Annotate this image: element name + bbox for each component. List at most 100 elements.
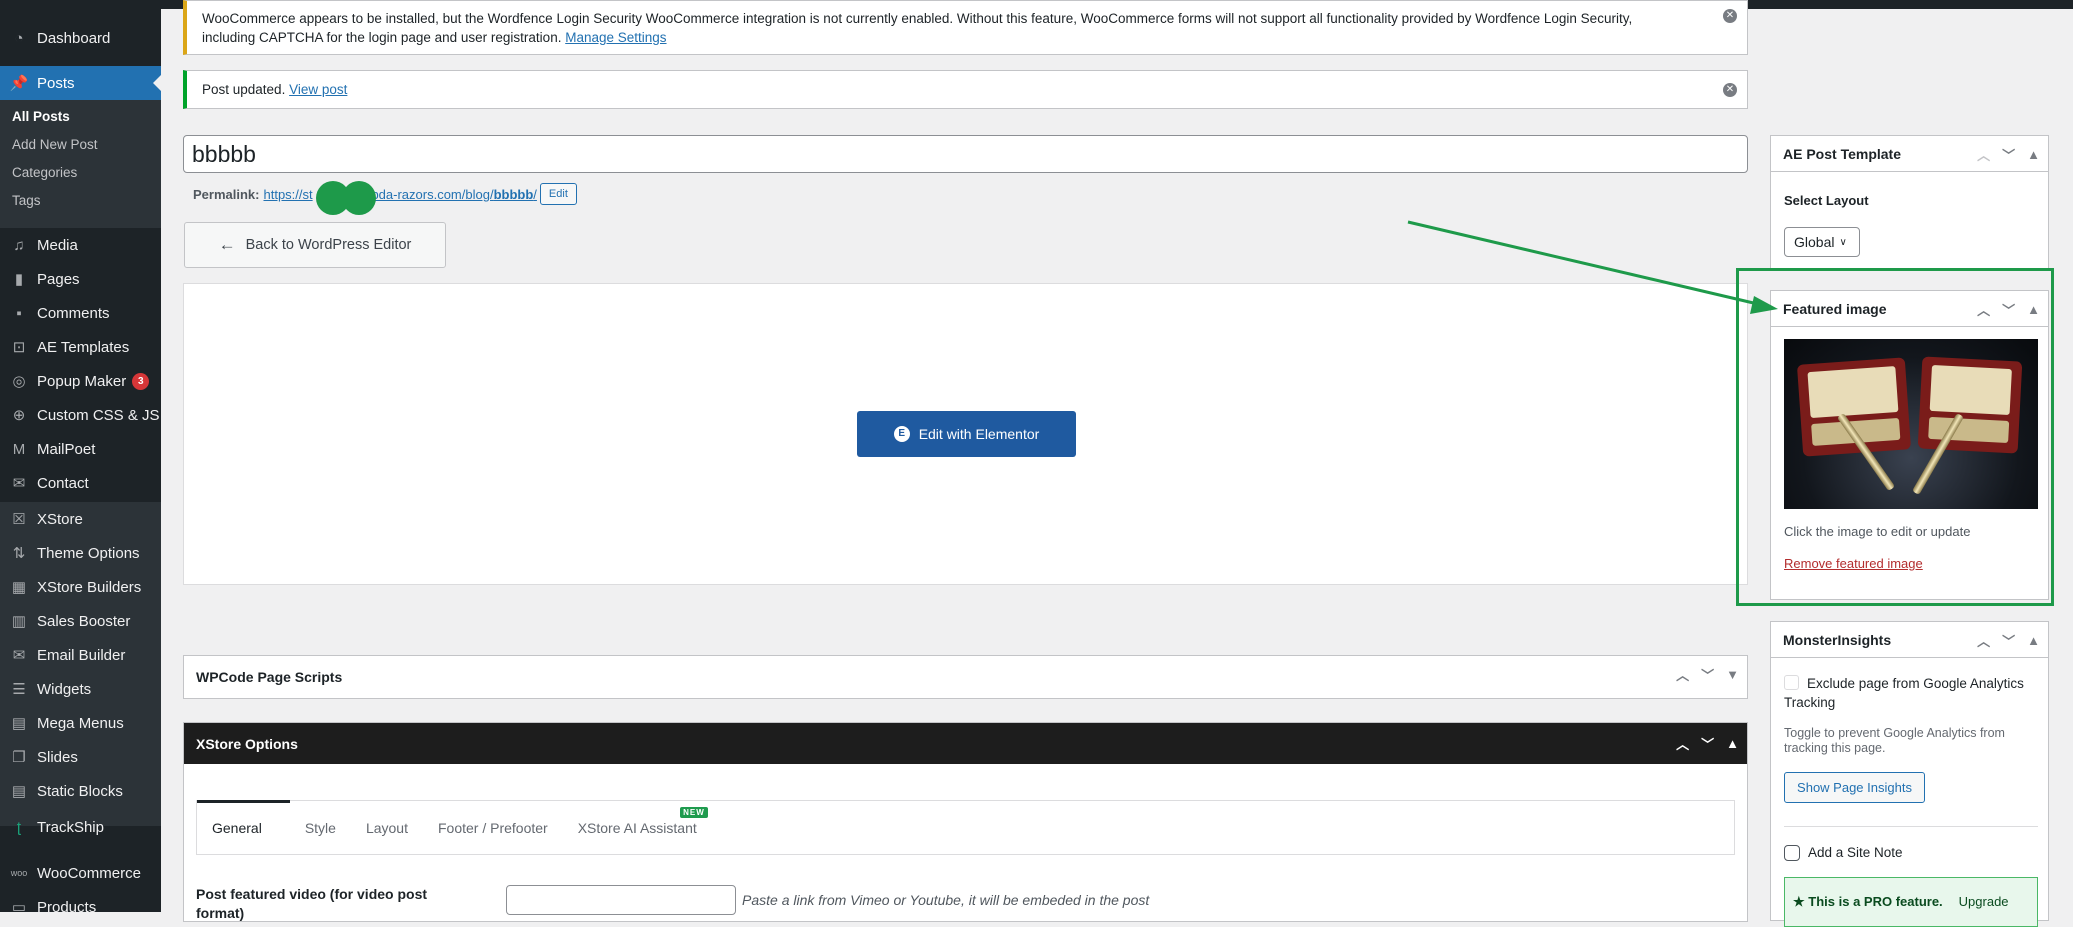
- tab-xstore-ai-assistant[interactable]: XStore AI Assistant NEW: [563, 801, 712, 854]
- submenu-add-new-post[interactable]: Add New Post: [12, 137, 98, 152]
- pin-icon: 📌: [9, 75, 29, 92]
- panel-header[interactable]: MonsterInsights ︿ ﹀ ▲: [1771, 622, 2048, 658]
- panel-header[interactable]: AE Post Template ︿ ﹀ ▲: [1771, 136, 2048, 172]
- toggle-panel-icon[interactable]: ▲: [2027, 147, 2040, 162]
- sidebar-item-media[interactable]: ♫ Media: [0, 228, 161, 262]
- sidebar-item-mega-menus[interactable]: ▤ Mega Menus: [0, 706, 161, 740]
- sidebar-item-label: Media: [37, 236, 78, 254]
- post-title-input[interactable]: bbbbb: [183, 135, 1748, 173]
- tab-general[interactable]: General: [197, 800, 290, 854]
- sidebar-item-slides[interactable]: ❐ Slides: [0, 740, 161, 774]
- panel-title: XStore Options: [196, 735, 298, 752]
- submenu-categories[interactable]: Categories: [12, 165, 77, 180]
- sidebar-item-trackship[interactable]: ʈ TrackShip: [0, 810, 161, 844]
- new-badge: NEW: [680, 807, 708, 818]
- pages-icon: ▮: [14, 271, 24, 288]
- permalink-label: Permalink:: [193, 186, 260, 202]
- sliders-icon: ⇅: [12, 545, 26, 562]
- show-page-insights-button[interactable]: Show Page Insights: [1784, 772, 1925, 803]
- tab-label: XStore AI Assistant: [577, 819, 697, 836]
- edit-with-elementor-button[interactable]: E Edit with Elementor: [857, 411, 1076, 457]
- sidebar-item-static-blocks[interactable]: ▤ Static Blocks: [0, 774, 161, 808]
- toggle-panel-icon[interactable]: ▼: [1726, 667, 1739, 682]
- sidebar-item-label: Dashboard: [37, 29, 111, 47]
- site-note-label: Add a Site Note: [1808, 845, 1903, 860]
- select-value: Global: [1794, 234, 1835, 250]
- sidebar-item-comments[interactable]: ▪ Comments: [0, 296, 161, 330]
- move-up-icon[interactable]: ︿: [1977, 631, 1990, 650]
- button-label: Back to WordPress Editor: [245, 237, 412, 253]
- xstore-icon: ☒: [12, 511, 26, 528]
- sidebar-item-label: Popup Maker: [37, 372, 127, 390]
- admin-sidebar: All Posts Add New Post Categories Tags ◔…: [0, 9, 161, 916]
- sidebar-item-xstore[interactable]: ☒ XStore: [0, 502, 161, 536]
- dismiss-icon[interactable]: ✕: [1723, 9, 1737, 23]
- sidebar-item-dashboard[interactable]: ◔ Dashboard: [0, 21, 161, 55]
- tab-style[interactable]: Style: [290, 801, 351, 854]
- move-down-icon[interactable]: ﹀: [1701, 734, 1714, 753]
- sidebar-item-label: Comments: [37, 304, 110, 322]
- sidebar-item-products[interactable]: ▭ Products: [0, 890, 161, 924]
- upgrade-link[interactable]: Upgrade: [1959, 894, 2009, 910]
- view-post-link[interactable]: View post: [289, 82, 347, 97]
- plus-circle-icon: ⊕: [12, 407, 26, 424]
- woocommerce-integration-notice: WooCommerce appears to be installed, but…: [183, 0, 1748, 55]
- sidebar-item-xstore-builders[interactable]: ▦ XStore Builders: [0, 570, 161, 604]
- featured-video-input[interactable]: [506, 885, 736, 915]
- dismiss-icon[interactable]: ✕: [1723, 83, 1737, 97]
- back-to-wordpress-editor-button[interactable]: ← Back to WordPress Editor: [184, 222, 446, 268]
- sidebar-item-label: Sales Booster: [37, 612, 131, 630]
- panel-header[interactable]: WPCode Page Scripts ︿ ﹀ ▼: [184, 656, 1747, 698]
- move-down-icon[interactable]: ﹀: [1701, 665, 1714, 684]
- divider: [1784, 826, 2038, 827]
- edit-permalink-button[interactable]: Edit: [539, 183, 577, 205]
- sidebar-item-custom-css-js[interactable]: ⊕ Custom CSS & JS: [0, 398, 161, 432]
- toggle-panel-icon[interactable]: ▲: [2027, 633, 2040, 648]
- sidebar-item-posts[interactable]: 📌 Posts: [0, 66, 161, 100]
- posts-submenu: All Posts Add New Post Categories Tags: [0, 100, 161, 228]
- sidebar-item-label: Contact: [37, 474, 89, 492]
- move-up-icon[interactable]: ︿: [1676, 734, 1689, 753]
- sidebar-item-label: Products: [37, 898, 97, 916]
- sidebar-item-woocommerce[interactable]: woo WooCommerce: [0, 856, 161, 890]
- layout-select[interactable]: Global ∨: [1784, 227, 1860, 257]
- sidebar-item-contact[interactable]: ✉ Contact: [0, 466, 161, 500]
- slides-icon: ❐: [12, 749, 26, 766]
- submenu-tags[interactable]: Tags: [12, 193, 41, 208]
- sidebar-item-mailpoet[interactable]: M MailPoet: [0, 432, 161, 466]
- redaction-mark: [342, 181, 376, 215]
- move-down-icon[interactable]: ﹀: [2002, 145, 2015, 164]
- tab-footer-prefooter[interactable]: Footer / Prefooter: [423, 801, 563, 854]
- ae-post-template-panel: AE Post Template ︿ ﹀ ▲ Select Layout Globa…: [1770, 135, 2049, 270]
- sidebar-item-label: Mega Menus: [37, 714, 124, 732]
- wpcode-page-scripts-panel: WPCode Page Scripts ︿ ﹀ ▼: [183, 655, 1748, 699]
- xstore-options-tabs: General Style Layout Footer / Prefooter …: [196, 800, 1735, 855]
- move-up-icon[interactable]: ︿: [1977, 145, 1990, 164]
- permalink-url[interactable]: https://st mbda-razors.com/blog/bbbbb/: [263, 187, 536, 202]
- submenu-all-posts[interactable]: All Posts: [12, 109, 70, 124]
- site-note-checkbox[interactable]: [1784, 845, 1800, 861]
- toggle-panel-icon[interactable]: ▲: [1726, 736, 1739, 751]
- elementor-icon: E: [893, 426, 910, 442]
- comments-icon: ▪: [16, 304, 22, 322]
- tab-layout[interactable]: Layout: [351, 801, 423, 854]
- sidebar-item-sales-booster[interactable]: ▥ Sales Booster: [0, 604, 161, 638]
- sidebar-item-theme-options[interactable]: ⇅ Theme Options: [0, 536, 161, 570]
- manage-settings-link[interactable]: Manage Settings: [565, 30, 666, 45]
- products-icon: ▭: [11, 899, 27, 916]
- move-down-icon[interactable]: ﹀: [2002, 631, 2015, 650]
- star-icon: ★: [1793, 894, 1805, 909]
- move-up-icon[interactable]: ︿: [1676, 665, 1689, 684]
- panel-header[interactable]: XStore Options ︿ ﹀ ▲: [184, 723, 1747, 764]
- sidebar-item-email-builder[interactable]: ✉ Email Builder: [0, 638, 161, 672]
- static-blocks-icon: ▤: [11, 783, 27, 800]
- sidebar-item-label: Widgets: [37, 680, 92, 698]
- sidebar-item-popup-maker[interactable]: ◎ Popup Maker 3: [0, 364, 161, 398]
- sidebar-item-pages[interactable]: ▮ Pages: [0, 262, 161, 296]
- email-icon: ✉: [12, 647, 26, 664]
- arrow-left-icon: ←: [218, 235, 236, 254]
- sidebar-item-label: MailPoet: [37, 440, 96, 458]
- sidebar-item-label: WooCommerce: [37, 864, 141, 882]
- sidebar-item-widgets[interactable]: ☰ Widgets: [0, 672, 161, 706]
- sidebar-item-ae-templates[interactable]: ⊡ AE Templates: [0, 330, 161, 364]
